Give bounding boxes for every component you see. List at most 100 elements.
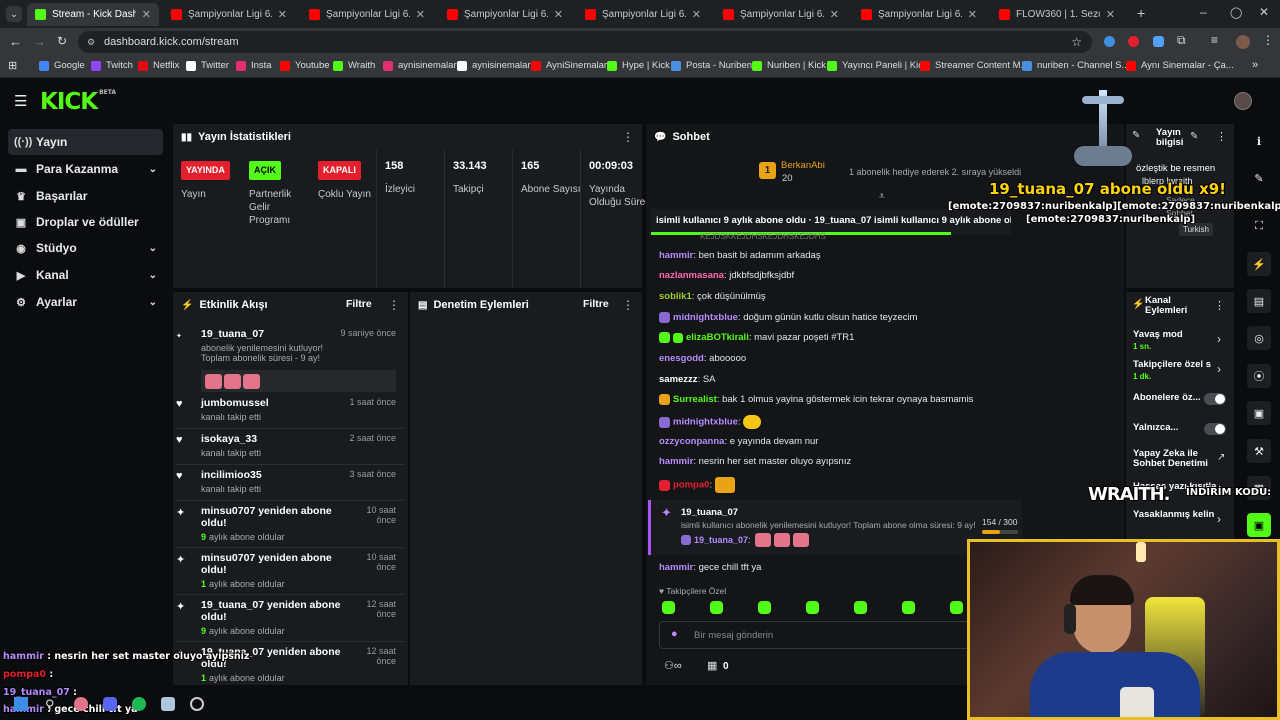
taskbar-discord-icon[interactable] [103,697,117,711]
bookmark-item[interactable]: Twitch [91,60,133,71]
stream-info-menu-icon[interactable]: ⋮ [1216,130,1227,143]
chat-username[interactable]: midnightxblue [673,312,738,323]
chat-username[interactable]: nazlanmasana [659,270,724,281]
browser-tab[interactable]: Şampiyonlar Ligi 6. Hafta✕ [439,3,571,26]
bookmark-item[interactable]: Google [39,60,85,71]
user-avatar[interactable] [1234,92,1252,110]
kick-logo[interactable]: KICK BETA [40,89,116,115]
reload-icon[interactable]: ↻ [57,34,67,48]
chat-username[interactable]: samezzz [659,374,698,385]
chat-username[interactable]: ozzyconpanna [659,436,724,447]
quick-emote-icon[interactable] [758,601,771,614]
bookmark-item[interactable]: Hype | Kick [607,60,670,71]
sidebar-item[interactable]: ▶ Kanal ⌄ [8,262,163,288]
crop-rail-icon[interactable]: ⛶ [1247,214,1271,238]
minimize-icon[interactable]: – [1200,5,1207,19]
chat-username[interactable]: elizaBOTkirali [686,332,749,343]
activity-item[interactable]: ♥ incilimioo35 kanalı takip etti 3 saat önc… [176,469,400,494]
close-tab-icon[interactable]: ✕ [410,8,425,21]
activity-item[interactable]: ✦ minsu0707 yeniden abone oldu! 9 aylık abo… [176,505,400,542]
channel-action-item[interactable]: Abonelere öz... [1133,393,1231,405]
channel-action-item[interactable]: Yavaş mod 1 sn. › [1133,330,1231,351]
quick-emote-icon[interactable] [902,601,915,614]
tools-rail-icon[interactable]: ⚒ [1247,439,1271,463]
chevron-down-icon[interactable]: ⌄ [149,243,157,254]
activity-item[interactable]: ✦ 19_tuana_07 yeniden abone oldu! 9 aylık a… [176,599,400,636]
close-tab-icon[interactable]: ✕ [136,8,151,21]
bookmark-item[interactable]: Posta - Nuriben [671,60,752,71]
taskbar-app-icon[interactable] [161,697,175,711]
browser-tab[interactable]: Şampiyonlar Ligi 6. Hafta✕ [715,3,847,26]
chat-username[interactable]: Surrealist [673,394,717,405]
channel-action-item[interactable]: Yalnızca... [1133,423,1231,435]
taskbar-app-icon[interactable] [74,697,88,711]
pinned-collapse-icon[interactable]: ⩡ [879,191,885,202]
chat-rail-icon[interactable]: ◎ [1247,326,1271,350]
chat-username[interactable]: enesgodd [659,353,704,364]
bookmark-item[interactable]: aynisinemalar [457,60,531,71]
activity-item[interactable]: ✦ 19_tuana_07 abonelik yenilemesini kutluy… [176,328,400,392]
quick-emote-icon[interactable] [806,601,819,614]
browser-tab[interactable]: FLOW360 | 1. Sezon 5. Bö✕ [991,3,1123,26]
sub-line-user[interactable]: 19_tuana_07 [694,535,748,545]
site-info-icon[interactable]: ⚙ [87,31,95,53]
sidebar-item[interactable]: ♛ Başarılar [8,183,163,209]
bookmark-item[interactable]: Aynı Sinemalar - Ça... [1126,60,1234,71]
close-tab-icon[interactable]: ✕ [548,8,563,21]
close-tab-icon[interactable]: ✕ [272,8,287,21]
chat-username[interactable]: soblik1 [659,291,692,302]
tab-list-dropdown-icon[interactable]: ⌄ [6,6,22,22]
sidebar-item[interactable]: ⚙ Ayarlar ⌄ [8,289,163,315]
edit-rail-icon[interactable]: ✎ [1247,166,1271,190]
chat-username[interactable]: hammir [659,250,693,261]
taskbar-app-icon[interactable] [190,697,204,711]
channel-action-item[interactable]: Takipçilere özel s1 dk. › [1133,360,1231,381]
activity-item[interactable]: ♥ jumbomussel kanalı takip etti 1 saat önce [176,397,400,422]
bookmark-item[interactable]: Youtube [280,60,330,71]
close-tab-icon[interactable]: ✕ [1100,8,1115,21]
sub-notification-user[interactable]: 19_tuana_07 [681,507,738,518]
bookmark-item[interactable]: Streamer Content M... [920,60,1028,71]
chevron-right-icon[interactable]: › [1217,332,1221,346]
bookmark-item[interactable]: Yayıncı Paneli | Kick [827,60,928,71]
browser-tab[interactable]: Şampiyonlar Ligi 6. Hafta✕ [577,3,709,26]
close-tab-icon[interactable]: ✕ [962,8,977,21]
chat-username[interactable]: hammir [659,562,693,573]
close-window-icon[interactable]: ✕ [1259,5,1269,19]
layers-rail-icon[interactable]: ▣ [1247,401,1271,425]
edit-icon[interactable]: ✎ [1190,131,1198,142]
bookmark-item[interactable]: Nuriben | Kick [752,60,826,71]
hamburger-menu-icon[interactable]: ☰ [14,92,27,110]
profile-avatar-icon[interactable] [1236,35,1250,49]
bookmark-item[interactable]: nuriben - Channel S... [1022,60,1129,71]
browser-tab[interactable]: Şampiyonlar Ligi 6. Hafta✕ [163,3,295,26]
forward-icon[interactable]: → [33,34,46,49]
external-link-icon[interactable]: ↗ [1217,452,1225,463]
microphone-icon[interactable]: ● [671,628,678,640]
chevron-down-icon[interactable]: ⌄ [149,164,157,175]
chevron-right-icon[interactable]: › [1217,512,1221,526]
moderation-menu-icon[interactable]: ⋮ [622,298,634,312]
apps-grid-icon[interactable]: ⊞ [8,59,17,72]
toggle-switch[interactable] [1204,423,1226,435]
sidebar-item[interactable]: ◉ Stüdyo ⌄ [8,235,163,261]
quick-emote-icon[interactable] [662,601,675,614]
chevron-down-icon[interactable]: ⌄ [149,270,157,281]
bookmark-star-icon[interactable]: ☆ [1071,31,1082,53]
kick-rail-icon[interactable]: ▣ [1247,513,1271,537]
bookmark-item[interactable]: AyniSinemalar [531,60,607,71]
bookmark-item[interactable]: Twitter [186,60,229,71]
channel-actions-menu-icon[interactable]: ⋮ [1214,299,1225,312]
activity-menu-icon[interactable]: ⋮ [388,298,400,312]
media-control-icon[interactable]: ≡ [1211,33,1218,47]
bookmark-item[interactable]: Wraith [333,60,375,71]
moderation-filter-button[interactable]: Filtre [583,298,609,310]
gift-leader-name[interactable]: BerkanAbi [781,160,825,171]
activity-filter-button[interactable]: Filtre [346,298,372,310]
sidebar-item[interactable]: ((·)) Yayın [8,129,163,155]
channel-action-item[interactable]: Yasaklanmış kelin › [1133,510,1231,526]
quick-emote-icon[interactable] [854,601,867,614]
chat-username[interactable]: midnightxblue [673,417,738,428]
extension-icon[interactable] [1128,36,1139,47]
extension-icon[interactable] [1153,36,1164,47]
